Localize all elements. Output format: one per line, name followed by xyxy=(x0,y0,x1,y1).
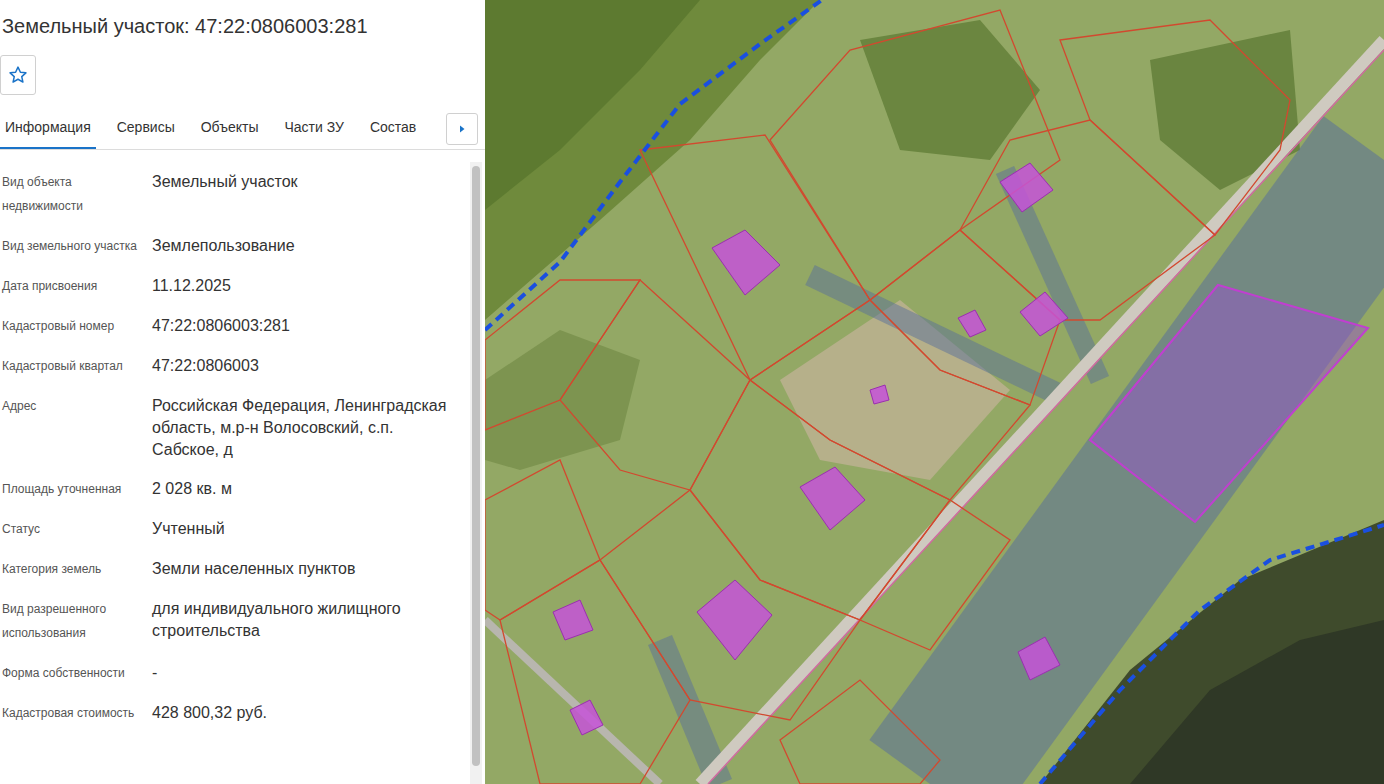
field-row: Вид объекта недвижимостиЗемельный участо… xyxy=(0,162,470,226)
scrollbar-thumb[interactable] xyxy=(472,166,480,766)
field-row: Категория земельЗемли населенных пунктов xyxy=(0,549,470,589)
tab-label: Части ЗУ xyxy=(284,117,343,138)
field-value: 2 028 кв. м xyxy=(152,477,470,501)
scroll-tabs-button[interactable] xyxy=(446,113,478,145)
field-row: Кадастровый квартал47:22:0806003 xyxy=(0,346,470,386)
tab-label: Состав xyxy=(370,117,416,138)
field-value: Российская Федерация, Ленинградская обла… xyxy=(152,394,470,461)
field-row: СтатусУчтенный xyxy=(0,509,470,549)
field-label: Кадастровый номер xyxy=(2,314,152,338)
tab-label: Сервисы xyxy=(117,117,175,138)
scrollbar[interactable] xyxy=(470,162,482,784)
map-canvas[interactable] xyxy=(485,0,1384,784)
field-row: Вид земельного участкаЗемлепользование xyxy=(0,226,470,266)
field-value: Земли населенных пунктов xyxy=(152,557,470,581)
field-value: 11.12.2025 xyxy=(152,274,470,298)
field-value: Учтенный xyxy=(152,517,470,541)
star-icon xyxy=(8,65,28,85)
field-label: Дата присвоения xyxy=(2,274,152,298)
field-value: 47:22:0806003:281 xyxy=(152,314,470,338)
field-value: 428 800,32 руб. xyxy=(152,701,470,725)
info-panel: Земельный участок: 47:22:0806003:281 Инф… xyxy=(0,0,485,784)
field-label: Категория земель xyxy=(2,557,152,581)
field-row: Дата присвоения11.12.2025 xyxy=(0,266,470,306)
tab-label: Информация xyxy=(5,117,91,138)
field-list: Вид объекта недвижимостиЗемельный участо… xyxy=(0,162,470,784)
field-row: Площадь уточненная2 028 кв. м xyxy=(0,469,470,509)
tab-label: Объекты xyxy=(201,117,259,138)
tab-bar: Информация Сервисы Объекты Части ЗУ Состав xyxy=(0,108,446,149)
field-row: Кадастровая стоимость428 800,32 руб. xyxy=(0,693,470,733)
field-row: АдресРоссийская Федерация, Ленинградская… xyxy=(0,386,470,469)
field-label: Вид разрешенного использования xyxy=(2,597,152,645)
tab[interactable]: Сервисы xyxy=(112,108,180,149)
arrow-right-icon xyxy=(457,124,467,134)
field-value: 47:22:0806003 xyxy=(152,354,470,378)
field-label: Форма собственности xyxy=(2,661,152,685)
field-label: Вид земельного участка xyxy=(2,234,152,258)
panel-title: Земельный участок: 47:22:0806003:281 xyxy=(2,13,485,39)
field-label: Кадастровый квартал xyxy=(2,354,152,378)
field-value: Землепользование xyxy=(152,234,470,258)
field-row: Вид разрешенного использованиядля индиви… xyxy=(0,589,470,653)
tab[interactable]: Части ЗУ xyxy=(279,108,348,149)
field-row: Форма собственности- xyxy=(0,653,470,693)
map[interactable] xyxy=(485,0,1384,784)
field-row: Кадастровый номер47:22:0806003:281 xyxy=(0,306,470,346)
field-label: Вид объекта недвижимости xyxy=(2,170,152,218)
favorite-button[interactable] xyxy=(0,55,36,95)
field-label: Площадь уточненная xyxy=(2,477,152,501)
field-value: для индивидуального жилищного строительс… xyxy=(152,597,470,645)
field-label: Кадастровая стоимость xyxy=(2,701,152,725)
field-value: - xyxy=(152,661,470,685)
field-label: Статус xyxy=(2,517,152,541)
field-value: Земельный участок xyxy=(152,170,470,218)
field-label: Адрес xyxy=(2,394,152,461)
tab[interactable]: Объекты xyxy=(196,108,264,149)
selected-parcel[interactable] xyxy=(1090,285,1368,522)
tab[interactable]: Информация xyxy=(0,108,96,149)
tab[interactable]: Состав xyxy=(365,108,421,149)
